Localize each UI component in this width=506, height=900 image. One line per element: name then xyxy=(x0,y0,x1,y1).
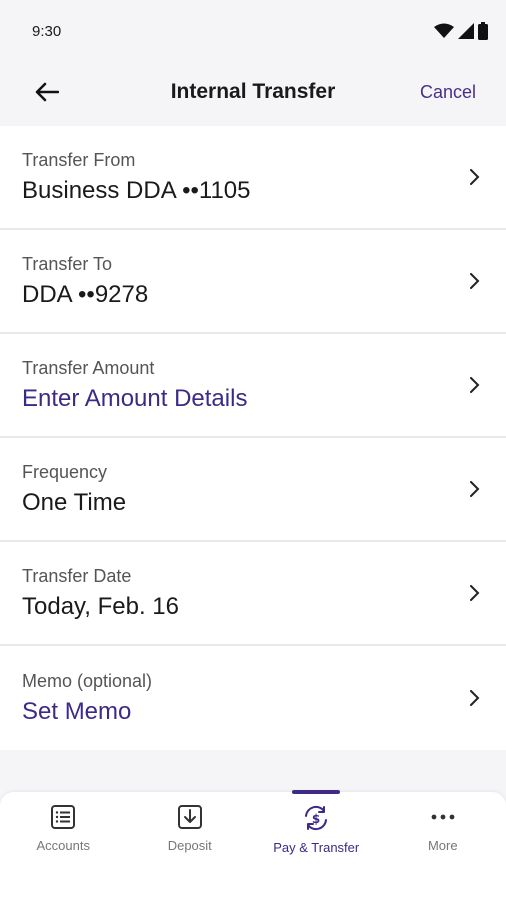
bottom-tab-bar: Accounts Deposit $ Pay & Transfer More xyxy=(0,790,506,900)
row-value: One Time xyxy=(22,488,127,516)
tab-label: Deposit xyxy=(167,838,212,853)
transfer-date-row[interactable]: Transfer Date Today, Feb. 16 xyxy=(0,542,506,646)
cancel-button[interactable]: Cancel xyxy=(420,82,476,103)
transfer-to-row[interactable]: Transfer To DDA ••9278 xyxy=(0,230,506,334)
wifi-icon xyxy=(434,23,454,38)
frequency-row[interactable]: Frequency One Time xyxy=(0,438,506,542)
svg-text:$: $ xyxy=(312,812,320,826)
tab-label: Pay & Transfer xyxy=(273,840,360,855)
transfer-amount-row[interactable]: Transfer Amount Enter Amount Details xyxy=(0,334,506,438)
back-button[interactable] xyxy=(30,75,64,109)
status-bar: 9:30 xyxy=(0,0,506,62)
tab-accounts[interactable]: Accounts xyxy=(0,792,127,900)
transfer-from-row[interactable]: Transfer From Business DDA ••1105 xyxy=(0,126,506,230)
row-label: Transfer Amount xyxy=(22,357,155,378)
signal-icon xyxy=(458,23,474,39)
status-icons xyxy=(434,22,488,40)
row-label: Transfer To xyxy=(22,253,113,274)
chevron-right-icon xyxy=(470,690,480,706)
row-value: Enter Amount Details xyxy=(22,384,248,412)
row-label: Transfer From xyxy=(22,149,136,170)
list-icon xyxy=(51,805,76,829)
deposit-icon xyxy=(177,805,202,829)
row-value: Business DDA ••1105 xyxy=(22,176,251,204)
chevron-right-icon xyxy=(470,481,480,497)
arrow-left-icon xyxy=(35,82,59,102)
tab-more[interactable]: More xyxy=(380,792,506,900)
tab-label: More xyxy=(427,838,458,853)
battery-icon xyxy=(478,22,488,40)
row-label: Memo (optional) xyxy=(22,670,153,691)
row-value: Today, Feb. 16 xyxy=(22,592,179,620)
chevron-right-icon xyxy=(470,273,480,289)
app-bar: Internal Transfer Cancel xyxy=(0,62,506,122)
pay-transfer-icon: $ xyxy=(305,805,328,831)
transfer-form-list: Transfer From Business DDA ••1105 Transf… xyxy=(0,126,506,750)
row-value: Set Memo xyxy=(22,697,132,725)
row-label: Transfer Date xyxy=(22,565,132,586)
tab-label: Accounts xyxy=(36,838,90,853)
chevron-right-icon xyxy=(470,585,480,601)
active-tab-indicator xyxy=(292,790,341,794)
more-icon xyxy=(431,814,455,820)
tab-deposit[interactable]: Deposit xyxy=(127,792,254,900)
memo-row[interactable]: Memo (optional) Set Memo xyxy=(0,646,506,750)
chevron-right-icon xyxy=(470,169,480,185)
row-label: Frequency xyxy=(22,461,108,482)
row-value: DDA ••9278 xyxy=(22,280,149,308)
chevron-right-icon xyxy=(470,377,480,393)
status-time: 9:30 xyxy=(32,22,62,40)
tab-pay-transfer[interactable]: $ Pay & Transfer xyxy=(253,790,380,900)
